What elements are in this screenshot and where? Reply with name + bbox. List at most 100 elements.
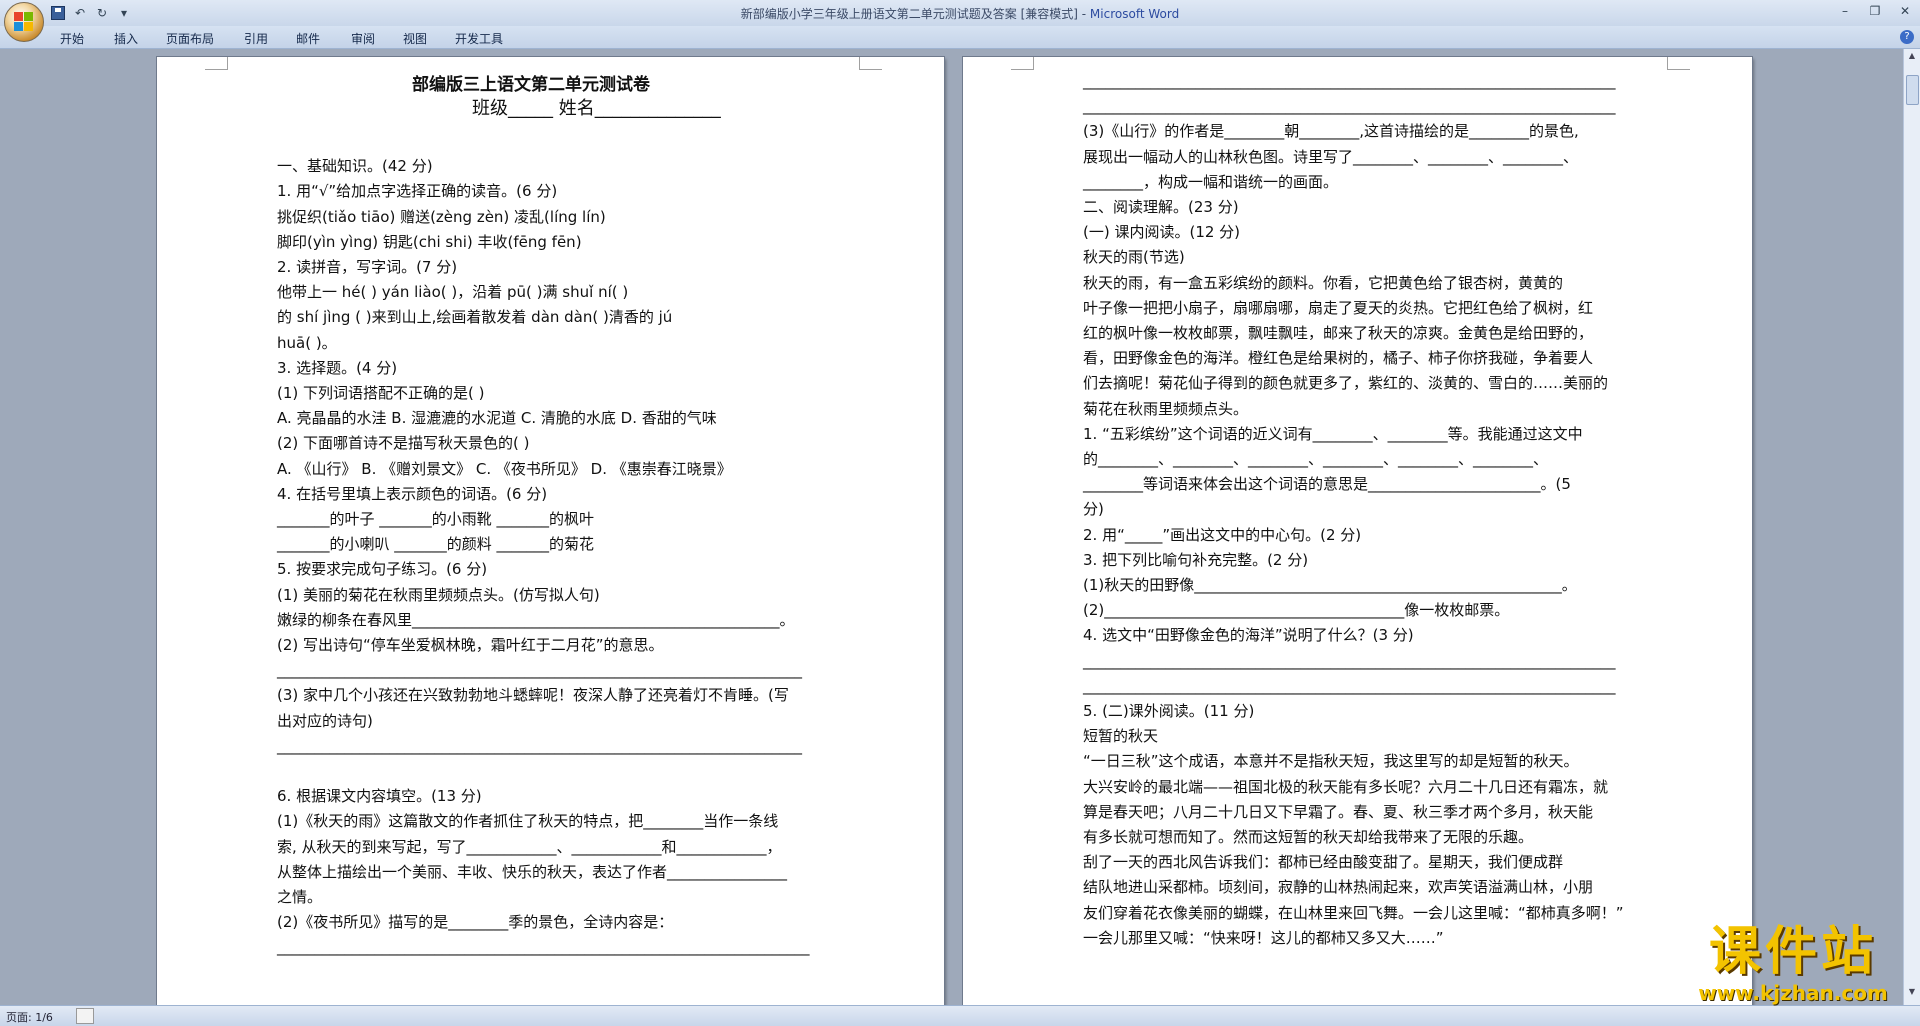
tab-5[interactable]: 审阅	[351, 30, 375, 47]
paragraph-line: (2)_____________________________________…	[1083, 601, 1510, 620]
paragraph-line: 3. 把下列比喻句补充完整。(2 分)	[1083, 550, 1309, 569]
paragraph-line: 一会儿那里又喊：“快来呀！这儿的都柿又多又大……”	[1083, 928, 1444, 947]
paragraph-line: (一) 课内阅读。(12 分)	[1083, 223, 1241, 242]
paragraph-line: 2. 读拼音，写字词。(7 分)	[277, 257, 458, 276]
tab-4[interactable]: 邮件	[296, 30, 320, 47]
paragraph-line: 之情。	[277, 887, 323, 906]
office-button[interactable]	[4, 2, 44, 42]
paragraph-line: 友们穿着花衣像美丽的蝴蝶，在山林里来回飞舞。一会儿这里喊：“都柿真多啊！”	[1083, 903, 1624, 922]
paragraph-line: 们去摘呢！菊花仙子得到的颜色就更多了，紫红的、淡黄的、雪白的……美丽的	[1083, 374, 1609, 393]
paragraph-line: 2. 用“_____”画出这文中的中心句。(2 分)	[1083, 525, 1362, 544]
paragraph-line: 的________、________、________、________、___…	[1083, 450, 1549, 468]
paragraph-line: A. 《山行》 B. 《赠刘景文》 C. 《夜书所见》 D. 《惠崇春江晓景》	[277, 459, 732, 478]
paragraph-line: 叶子像一把把小扇子，扇哪扇哪，扇走了夏天的炎热。它把红色给了枫树，红	[1083, 298, 1594, 317]
office-logo-icon	[14, 12, 34, 32]
window-title: 新部编版小学三年级上册语文第二单元测试题及答案 [兼容模式] - Microso…	[0, 5, 1920, 22]
paragraph-line: ________________________________________…	[1083, 676, 1616, 695]
paragraph-line: 二、阅读理解。(23 分)	[1083, 198, 1239, 216]
paragraph-line: (2) 写出诗句“停车坐爱枫林晚，霜叶红于二月花”的意思。	[277, 635, 664, 654]
paragraph-line: ________等词语来体会出这个词语的意思是_________________…	[1083, 475, 1571, 494]
paragraph-line: (1) 下列词语搭配不正确的是( )	[277, 383, 485, 402]
paragraph-line: ________________________________________…	[277, 938, 810, 957]
paragraph-line: 6. 根据课文内容填空。(13 分)	[277, 787, 482, 806]
paragraph-line: 算是春天吧；八月二十几日又下早霜了。春、夏、秋三季才两个多月，秋天能	[1083, 802, 1594, 821]
tab-6[interactable]: 视图	[403, 30, 427, 47]
scroll-thumb[interactable]	[1906, 75, 1919, 105]
paragraph-line: 1. 用“√”给加点字选择正确的读音。(6 分)	[277, 182, 558, 201]
tab-7[interactable]: 开发工具	[455, 30, 503, 47]
paragraph-line: _______的小喇叭 _______的颜料 _______的菊花	[277, 535, 595, 554]
document-page-1[interactable]: 部编版三上语文第二单元测试卷班级_____ 姓名______________ 一、…	[157, 57, 944, 1005]
tab-0[interactable]: 开始	[60, 30, 84, 47]
paragraph-line: 刮了一天的西北风告诉我们：都柿已经由酸变甜了。星期天，我们便成群	[1083, 853, 1564, 872]
ribbon-tabs: 开始 插入 页面布局 引用 邮件 审阅 视图 开发工具	[0, 26, 1920, 49]
close-button[interactable]: ✕	[1890, 0, 1920, 22]
paragraph-line: 秋天的雨，有一盒五彩缤纷的颜料。你看，它把黄色给了银杏树，黄黄的	[1083, 273, 1564, 292]
paragraph-line: 短暂的秋天	[1083, 727, 1159, 746]
page-indicator[interactable]: 页面: 1/6	[6, 1009, 53, 1025]
paragraph-line: 5. (二)课外阅读。(11 分)	[1083, 702, 1255, 720]
paragraph-line: 分)	[1083, 500, 1104, 519]
paragraph-line: 4. 选文中“田野像金色的海洋”说明了什么？(3 分)	[1083, 626, 1414, 645]
paragraph-line: ________________________________________…	[1083, 72, 1616, 90]
paragraph-line: (2) 下面哪首诗不是描写秋天景色的( )	[277, 434, 530, 453]
watermark-text: 课件站	[1708, 921, 1877, 982]
paragraph-line: 秋天的雨(节选)	[1083, 248, 1185, 267]
paragraph-line: 1. “五彩缤纷”这个词语的近义词有________、________等。我能通…	[1083, 424, 1583, 443]
paragraph-line: _______的叶子 _______的小雨靴 _______的枫叶	[277, 509, 595, 528]
document-page-2[interactable]: ________________________________________…	[963, 57, 1752, 1005]
paragraph-line: 结队地进山采都柿。顷刻间，寂静的山林热闹起来，欢声笑语溢满山林，小朋	[1083, 878, 1594, 897]
paragraph-line: ________________________________________…	[277, 736, 802, 755]
paragraph-line: huā( )。	[277, 333, 337, 352]
paragraph-line: 挑促织(tiǎo tiāo) 赠送(zèng zèn) 凌乱(líng lín)	[277, 207, 606, 226]
app-name: Microsoft Word	[1089, 7, 1180, 21]
paragraph-line: (3)《山行》的作者是________朝________,这首诗描绘的是____…	[1083, 122, 1579, 141]
paragraph-line: 班级_____ 姓名______________	[472, 98, 721, 119]
scroll-up-icon[interactable]: ▲	[1906, 51, 1918, 63]
vertical-scrollbar[interactable]: ▲ ▼	[1903, 49, 1920, 1005]
minimize-button[interactable]: –	[1830, 0, 1860, 22]
paragraph-line: A. 亮晶晶的水洼 B. 湿漉漉的水泥道 C. 清脆的水底 D. 香甜的气味	[277, 409, 717, 428]
proofing-icon[interactable]	[76, 1008, 94, 1024]
paragraph-line: 的 shí jìng ( )来到山上,绘画着散发着 dàn dàn( )清香的 …	[277, 308, 673, 327]
paragraph-line: 5. 按要求完成句子练习。(6 分)	[277, 560, 488, 579]
paragraph-line: 大兴安岭的最北端——祖国北极的秋天能有多长呢？六月二十几日还有霜冻，就	[1083, 777, 1609, 796]
watermark-url: www.kjzhan.com	[1698, 981, 1888, 1005]
help-icon[interactable]: ?	[1900, 30, 1914, 44]
paragraph-line: 从整体上描绘出一个美丽、丰收、快乐的秋天，表达了作者______________…	[277, 862, 788, 881]
paragraph-line: 红的枫叶像一枚枚邮票，飘哇飘哇，邮来了秋天的凉爽。金黄色是给田野的，	[1083, 324, 1594, 342]
margin-mark	[1011, 57, 1034, 70]
paragraph-line: ________________________________________…	[277, 661, 802, 680]
tab-2[interactable]: 页面布局	[166, 30, 214, 47]
margin-mark	[1667, 57, 1690, 70]
watermark-logo: 课件站 www.kjzhan.com	[1668, 921, 1918, 1005]
paragraph-line: 一、基础知识。(42 分)	[277, 157, 433, 176]
paragraph-line: 看，田野像金色的海洋。橙红色是给果树的，橘子、柿子你挤我碰，争着要人	[1083, 349, 1594, 368]
paragraph-line: 3. 选择题。(4 分)	[277, 358, 398, 377]
paragraph-line: 部编版三上语文第二单元测试卷	[412, 75, 650, 95]
title-bar: ↶ ↻ ▾ 新部编版小学三年级上册语文第二单元测试题及答案 [兼容模式] - M…	[0, 0, 1920, 42]
paragraph-line: (1)《秋天的雨》这篇散文的作者抓住了秋天的特点，把________当作一条线	[277, 812, 779, 831]
status-bar: 页面: 1/6	[0, 1005, 1920, 1026]
paragraph-line: 菊花在秋雨里频频点头。	[1083, 399, 1249, 418]
paragraph-line: 他带上一 hé( ) yán liào( )，沿着 pū( )满 shuǐ ní…	[277, 283, 629, 302]
paragraph-line: 嫩绿的柳条在春风里_______________________________…	[277, 610, 795, 629]
paragraph-line: (3) 家中几个小孩还在兴致勃勃地斗蟋蟀呢！夜深人静了还亮着灯不肯睡。(写	[277, 686, 789, 705]
document-title: 新部编版小学三年级上册语文第二单元测试题及答案 [兼容模式] -	[740, 7, 1090, 21]
restore-button[interactable]: ❐	[1860, 0, 1890, 22]
paragraph-line: 脚印(yìn yìng) 钥匙(chi shi) 丰收(fēng fēn)	[277, 232, 582, 251]
tab-1[interactable]: 插入	[114, 30, 138, 47]
tab-3[interactable]: 引用	[244, 30, 268, 47]
window-controls: – ❐ ✕	[1830, 0, 1920, 22]
paragraph-line: 出对应的诗句)	[277, 711, 373, 730]
paragraph-line: 4. 在括号里填上表示颜色的词语。(6 分)	[277, 484, 548, 503]
paragraph-line: (1)秋天的田野像_______________________________…	[1083, 576, 1577, 594]
margin-mark	[205, 57, 228, 70]
paragraph-line: “一日三秋”这个成语，本意并不是指秋天短，我这里写的却是短暂的秋天。	[1083, 752, 1579, 771]
margin-mark	[859, 57, 882, 70]
paragraph-line: 索, 从秋天的到来写起，写了____________、____________和…	[277, 837, 782, 856]
paragraph-line: 有多长就可想而知了。然而这短暂的秋天却给我带来了无限的乐趣。	[1083, 828, 1534, 846]
paragraph-line: (1) 美丽的菊花在秋雨里频频点头。(仿写拟人句)	[277, 585, 600, 604]
paragraph-line: ________________________________________…	[1083, 97, 1616, 116]
paragraph-line: 展现出一幅动人的山林秋色图。诗里写了________、________、____…	[1083, 147, 1579, 166]
